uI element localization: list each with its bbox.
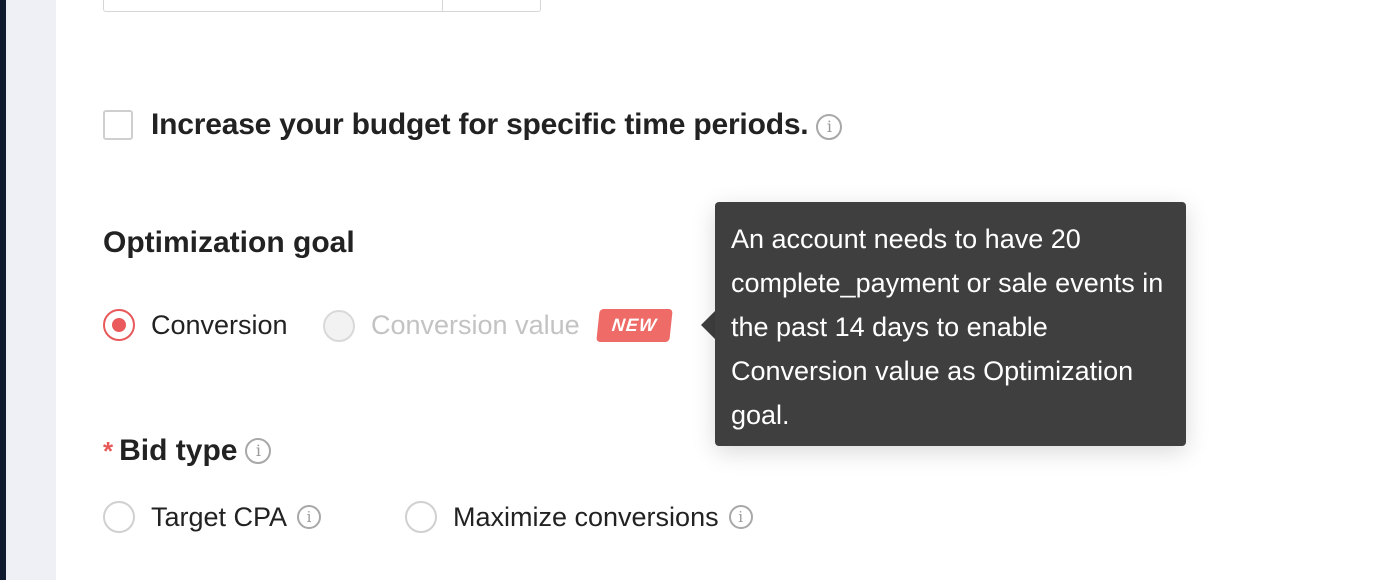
optimization-option-conversion[interactable]: Conversion bbox=[103, 309, 288, 341]
info-icon[interactable]: i bbox=[816, 114, 843, 140]
tooltip-arrow bbox=[701, 311, 715, 339]
budget-schedule-option: Increase your budget for specific time p… bbox=[103, 108, 843, 142]
budget-schedule-label[interactable]: Increase your budget for specific time p… bbox=[151, 108, 809, 142]
new-badge: NEW bbox=[595, 309, 673, 342]
bid-option-maximize-conversions[interactable]: Maximize conversions i bbox=[405, 501, 753, 533]
optimization-option-conversion-value: Conversion value NEW bbox=[323, 309, 673, 342]
bid-type-label: Bid type bbox=[119, 434, 238, 467]
optimization-goal-title: Optimization goal bbox=[103, 226, 355, 259]
budget-input[interactable] bbox=[103, 0, 541, 12]
conversion-value-radio bbox=[323, 309, 355, 342]
target-cpa-label[interactable]: Target CPA bbox=[151, 502, 287, 533]
info-icon[interactable]: i bbox=[245, 438, 272, 464]
maximize-conversions-label[interactable]: Maximize conversions bbox=[453, 502, 719, 533]
info-icon[interactable]: i bbox=[728, 505, 753, 529]
bid-option-target-cpa[interactable]: Target CPA i bbox=[103, 501, 322, 533]
conversion-value-label: Conversion value bbox=[371, 310, 580, 340]
conversion-value-tooltip: An account needs to have 20 complete_pay… bbox=[715, 202, 1186, 446]
conversion-label[interactable]: Conversion bbox=[151, 310, 288, 341]
conversion-radio[interactable] bbox=[103, 309, 135, 341]
budget-schedule-checkbox[interactable] bbox=[103, 110, 133, 140]
required-mark: * bbox=[103, 435, 114, 466]
target-cpa-radio[interactable] bbox=[103, 501, 135, 533]
sidebar-rail bbox=[6, 0, 56, 580]
budget-input-addon bbox=[442, 0, 540, 11]
maximize-conversions-radio[interactable] bbox=[405, 501, 437, 533]
info-icon[interactable]: i bbox=[297, 505, 322, 529]
tooltip-text: An account needs to have 20 complete_pay… bbox=[731, 224, 1164, 430]
bid-type-title: * Bid type i bbox=[103, 434, 272, 468]
